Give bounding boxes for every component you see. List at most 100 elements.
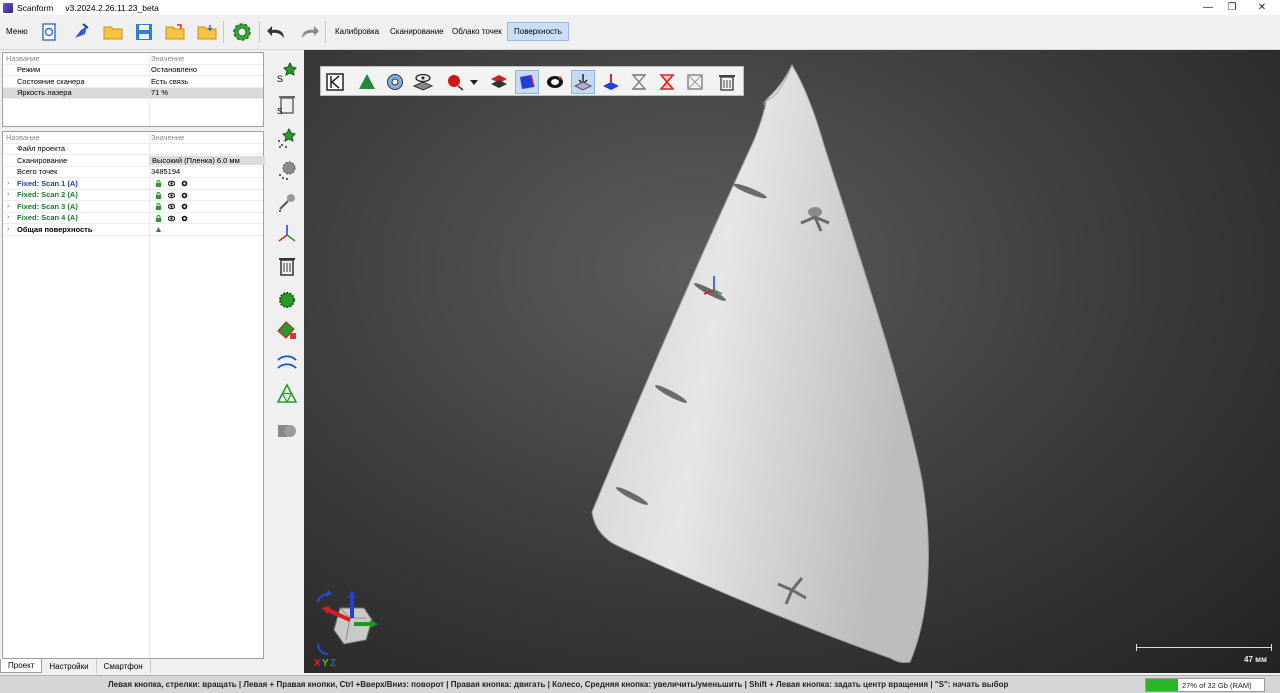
import-folder-button[interactable] [195, 20, 219, 44]
tab-point-cloud[interactable]: Облако точек [446, 22, 508, 41]
axes-icon [278, 225, 296, 242]
table-row[interactable]: Всего точек 3485194 [3, 167, 263, 178]
remove-hidden-button[interactable] [627, 70, 651, 94]
delete-selection-button[interactable]: S [275, 92, 299, 116]
new-project-button[interactable] [37, 20, 61, 44]
tab-smartphone[interactable]: Смартфон [97, 659, 151, 673]
mesh-delete-button[interactable] [275, 318, 299, 342]
smooth-curve-button[interactable] [275, 350, 299, 374]
lock-icon[interactable] [155, 180, 162, 188]
open-folder-button[interactable] [101, 20, 125, 44]
pin-icon [75, 23, 89, 38]
scan-item[interactable]: › Fixed: Scan 4 (A) [3, 213, 263, 224]
select-points-button[interactable] [275, 126, 299, 150]
tab-scanning[interactable]: Сканирование [384, 22, 450, 41]
header-value: Значение [151, 53, 185, 63]
main-toolbar: Меню Калибровка Сканирование Облако точе… [0, 15, 1280, 50]
lock-icon[interactable] [155, 214, 162, 222]
points-filter-button[interactable] [275, 158, 299, 182]
mouse-hint: Левая кнопка, стрелки: вращать | Левая +… [108, 680, 1009, 689]
expand-chevron-icon[interactable]: › [7, 180, 9, 187]
normal-down-button[interactable] [571, 70, 595, 94]
pick-button[interactable] [69, 20, 93, 44]
axes-tool-button[interactable] [275, 222, 299, 246]
trash-s-icon: S [277, 96, 295, 115]
row-value: Остановлено [151, 65, 198, 75]
menu-button[interactable]: Меню [6, 27, 28, 36]
scan-item[interactable]: › Fixed: Scan 3 (A) [3, 201, 263, 213]
show-mesh-button[interactable] [355, 70, 379, 94]
project-tree-panel: Название Значение Файл проекта Сканирова… [2, 131, 265, 659]
gear-icon [233, 23, 251, 41]
export-folder-button[interactable] [163, 20, 187, 44]
row-label: Яркость лазера [17, 88, 72, 98]
expand-chevron-icon[interactable]: › [7, 203, 9, 210]
scan-item[interactable]: › Fixed: Scan 2 (A) [3, 190, 263, 201]
header-name: Название [6, 53, 40, 63]
color-dot-icon[interactable] [181, 215, 188, 222]
green-triangle-icon [359, 74, 375, 89]
tab-project[interactable]: Проект [0, 659, 43, 673]
reset-view-button[interactable] [323, 70, 347, 94]
table-row[interactable]: Состояние сканера Есть связь [3, 76, 263, 88]
folder-icon [103, 26, 123, 40]
header-name: Название [6, 132, 40, 142]
save-button[interactable] [132, 20, 156, 44]
lock-icon[interactable] [155, 203, 162, 211]
surface-controls [155, 225, 168, 234]
redo-button[interactable] [297, 20, 321, 44]
view-visibility-button[interactable] [411, 70, 435, 94]
delete-points-button[interactable] [275, 254, 299, 278]
surface-view-button[interactable] [515, 70, 539, 94]
color-dot-icon[interactable] [181, 203, 188, 210]
3d-viewport[interactable]: X Y Z 47 мм [304, 50, 1280, 673]
surface-item[interactable]: › Общая поверхность [3, 224, 263, 236]
expand-chevron-icon[interactable]: › [7, 191, 9, 198]
eye-icon[interactable] [168, 215, 175, 222]
tab-surface[interactable]: Поверхность [507, 22, 569, 41]
gizmo-y-label: Y [322, 658, 329, 668]
axis-gizmo[interactable]: X Y Z [310, 588, 390, 668]
tab-settings[interactable]: Настройки [42, 659, 97, 673]
triangulate-button[interactable] [275, 382, 299, 406]
surface-icon[interactable] [155, 226, 162, 233]
settings-button[interactable] [230, 20, 254, 44]
table-row[interactable]: Сканирование Высокий (Пленка) 6.0 мм [3, 155, 265, 167]
cut-plane-button[interactable] [599, 70, 623, 94]
remove-red-button[interactable] [655, 70, 679, 94]
close-button[interactable]: ✕ [1244, 0, 1280, 15]
redo-icon [302, 26, 319, 38]
table-row[interactable]: Файл проекта [3, 144, 263, 155]
color-dot-icon[interactable] [181, 180, 188, 187]
toolbar-separator [325, 21, 326, 43]
mesh-button[interactable] [275, 288, 299, 312]
undo-button[interactable] [265, 20, 289, 44]
lock-icon[interactable] [155, 191, 162, 199]
eye-icon[interactable] [168, 192, 175, 199]
eye-layers-icon [412, 73, 434, 91]
bottom-tab-bar: Проект Настройки Смартфон [0, 659, 264, 673]
row-label: Режим [17, 65, 41, 75]
select-tool-button[interactable]: S [275, 60, 299, 84]
tab-calibration[interactable]: Калибровка [329, 22, 385, 41]
shapes-button[interactable] [275, 418, 299, 442]
eye-icon[interactable] [168, 203, 175, 210]
expand-chevron-icon[interactable]: › [7, 214, 9, 221]
layers-button[interactable] [487, 70, 511, 94]
color-dot-icon[interactable] [181, 192, 188, 199]
remove-region-button[interactable] [683, 70, 707, 94]
color-select-button[interactable] [443, 70, 481, 94]
new-project-icon [42, 23, 56, 41]
ring-button[interactable] [543, 70, 567, 94]
rotation-center-button[interactable] [383, 70, 407, 94]
scan-model[interactable] [304, 50, 1280, 673]
scan-quality-select[interactable]: Высокий (Пленка) 6.0 мм [149, 155, 265, 165]
table-row[interactable]: Режим Остановлено [3, 65, 263, 76]
delete-view-button[interactable] [715, 70, 739, 94]
scan-item[interactable]: › Fixed: Scan 1 (A) [3, 178, 263, 190]
brush-tool-button[interactable] [275, 190, 299, 214]
table-row-selected[interactable]: Яркость лазера 71 % [3, 87, 263, 99]
expand-chevron-icon[interactable]: › [7, 226, 9, 233]
eye-icon[interactable] [168, 180, 175, 187]
ram-usage-fill [1146, 679, 1178, 691]
